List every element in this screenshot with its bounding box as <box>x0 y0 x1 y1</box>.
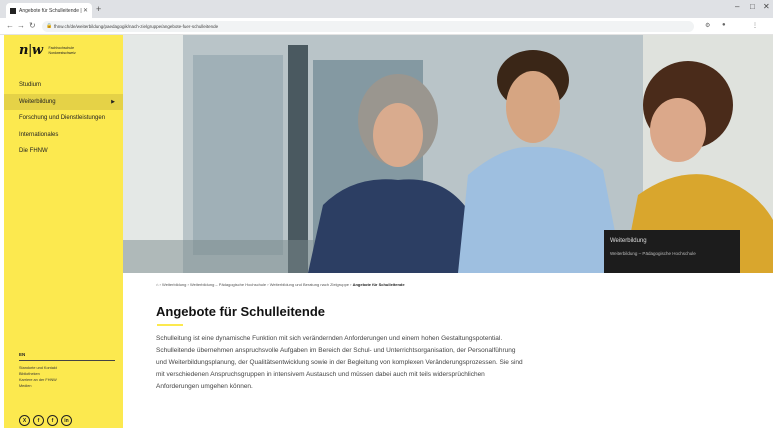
logo-mark: n|w <box>19 43 43 58</box>
profile-icon[interactable]: ● <box>722 22 726 28</box>
close-window-icon[interactable]: ✕ <box>763 2 770 11</box>
flickr-icon[interactable]: f <box>47 415 58 426</box>
menu-item-label: Die FHNW <box>19 148 48 155</box>
menu-item-internationales[interactable]: Internationales <box>4 127 123 144</box>
breadcrumb-item[interactable]: Weiterbildung – Pädagogische Hochschule <box>190 282 266 287</box>
menu-item-forschung[interactable]: Forschung und Dienstleistungen <box>4 110 123 127</box>
breadcrumb-item[interactable]: Weiterbildung und Beratung nach Zielgrup… <box>270 282 349 287</box>
new-tab-icon[interactable]: + <box>96 4 101 14</box>
minimize-icon[interactable]: – <box>735 2 739 11</box>
menu-item-label: Studium <box>19 82 42 89</box>
language-switch[interactable]: EN <box>19 352 115 357</box>
footer-link[interactable]: Medien <box>19 383 115 389</box>
favicon-icon <box>10 7 16 14</box>
sidebar-footer: EN Standorte und Kontakt Bibliotheken Ka… <box>19 352 115 389</box>
title-underline <box>157 324 183 326</box>
footer-links: Standorte und Kontakt Bibliotheken Karri… <box>19 365 115 389</box>
menu-item-label: Internationales <box>19 131 59 138</box>
lock-icon: 🔒 <box>46 23 53 29</box>
maximize-icon[interactable]: □ <box>750 2 755 11</box>
hero-caption-card[interactable]: Weiterbildung Weiterbildung – Pädagogisc… <box>604 230 740 273</box>
browser-tab[interactable]: Angebote für Schulleitende | FHNW ✕ <box>6 3 92 18</box>
menu-item-label: Forschung und Dienstleistungen <box>19 115 106 122</box>
hero-card-subtitle: Weiterbildung – Pädagogische Hochschule <box>610 251 696 256</box>
main-menu: Studium Weiterbildung ▶ Forschung und Die… <box>4 77 123 160</box>
tab-title: Angebote für Schulleitende | FHNW <box>19 7 83 14</box>
logo-name: Fachhochschule Nordwestschweiz <box>48 46 76 55</box>
breadcrumb-item[interactable]: Weiterbildung <box>162 282 186 287</box>
fhnw-logo[interactable]: n|w Fachhochschule Nordwestschweiz <box>19 43 76 58</box>
chevron-right-icon: ▶ <box>111 98 115 105</box>
intro-paragraph: Schulleitung ist eine dynamische Funktio… <box>156 335 523 390</box>
menu-item-studium[interactable]: Studium <box>4 77 123 94</box>
forward-icon[interactable]: → <box>17 21 25 30</box>
menu-item-label: Weiterbildung <box>19 98 56 105</box>
divider <box>19 360 115 361</box>
x-icon[interactable]: X <box>19 415 30 426</box>
breadcrumb-current: Angebote für Schulleitende <box>352 282 405 287</box>
sidebar: n|w Fachhochschule Nordwestschweiz Studi… <box>4 35 123 428</box>
address-bar[interactable]: 🔒 fhnw.ch/de/weiterbildung/paedagogik/na… <box>42 21 694 32</box>
page-title: Angebote für Schulleitende <box>156 304 326 319</box>
close-tab-icon[interactable]: ✕ <box>83 7 88 14</box>
tab-strip: Angebote für Schulleitende | FHNW ✕ + – … <box>0 0 773 18</box>
home-icon[interactable]: ⌂ <box>156 282 158 287</box>
menu-item-die-fhnw[interactable]: Die FHNW <box>4 143 123 160</box>
url-text: fhnw.ch/de/weiterbildung/paedagogik/nach… <box>54 24 219 29</box>
hero-card-title: Weiterbildung <box>610 238 647 244</box>
browser-window: Angebote für Schulleitende | FHNW ✕ + – … <box>0 0 773 428</box>
reload-icon[interactable]: ↻ <box>29 21 36 30</box>
facebook-icon[interactable]: f <box>33 415 44 426</box>
linkedin-icon[interactable]: in <box>61 415 72 426</box>
back-icon[interactable]: ← <box>6 21 14 30</box>
hero-image: Weiterbildung Weiterbildung – Pädagogisc… <box>123 35 773 273</box>
menu-item-weiterbildung[interactable]: Weiterbildung ▶ <box>4 93 123 110</box>
menu-icon[interactable]: ⋮ <box>752 22 758 29</box>
extensions-icon[interactable]: ⚙ <box>705 22 710 29</box>
breadcrumb: ⌂ › Weiterbildung › Weiterbildung – Päda… <box>156 282 405 287</box>
browser-toolbar: ← → ↻ 🔒 fhnw.ch/de/weiterbildung/paedago… <box>0 18 773 35</box>
social-links: X f f in <box>19 415 72 426</box>
